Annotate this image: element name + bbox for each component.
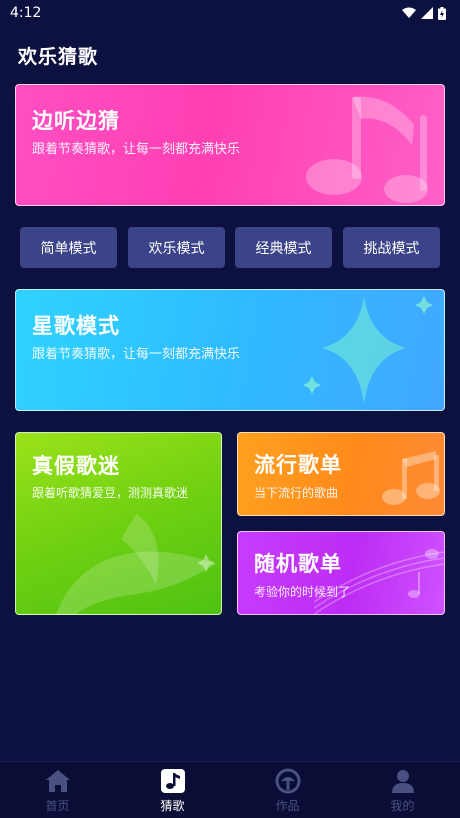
green-card-subtitle: 跟着听歌猜爱豆，测测真歌迷 [32,486,189,500]
tab-profile-label: 我的 [390,798,415,813]
leaf-decoration-icon [56,514,216,614]
tab-works-label: 作品 [275,798,300,813]
hero2-subtitle: 跟着节奏猜歌，让每一刻都充满快乐 [32,347,241,362]
music-note-decoration-icon [306,96,428,203]
tab-works[interactable]: 作品 [230,762,345,818]
orange-card-title: 流行歌单 [254,453,342,477]
profile-icon [391,769,414,793]
home-icon [45,769,70,792]
green-card-title: 真假歌迷 [32,454,120,478]
orange-card-subtitle: 当下流行的歌曲 [254,486,339,500]
hero1-subtitle: 跟着节奏猜歌，让每一刻都充满快乐 [32,142,241,157]
battery-icon [438,6,446,20]
random-playlist-card[interactable]: 随机歌单 考验你的时候到了 [237,531,445,615]
hero1-title: 边听边猜 [32,109,120,133]
tab-guess-song-label: 猜歌 [160,798,185,813]
purple-card-title: 随机歌单 [254,552,342,576]
signal-icon [421,7,433,19]
wifi-icon [402,7,416,18]
star-song-mode-card[interactable]: 星歌模式 跟着节奏猜歌，让每一刻都充满快乐 [15,289,445,411]
tab-home-label: 首页 [45,798,70,813]
bottom-tab-bar: 首页 猜歌 作品 我的 [0,761,460,818]
listen-and-guess-card[interactable]: 边听边猜 跟着节奏猜歌，让每一刻都充满快乐 [15,84,445,206]
tab-home[interactable]: 首页 [0,762,115,818]
tab-profile[interactable]: 我的 [345,762,460,818]
music-notes-icon [382,451,440,505]
easy-mode-button[interactable]: 简单模式 [20,227,117,268]
real-or-fake-fan-card[interactable]: 真假歌迷 跟着听歌猜爱豆，测测真歌迷 [15,432,222,615]
hero2-title: 星歌模式 [32,314,120,338]
tab-guess-song[interactable]: 猜歌 [115,762,230,818]
popular-playlist-card[interactable]: 流行歌单 当下流行的歌曲 [237,432,445,516]
fun-mode-button[interactable]: 欢乐模式 [128,227,225,268]
music-note-icon [160,768,185,793]
works-icon [275,768,300,793]
page-title: 欢乐猜歌 [18,46,99,68]
challenge-mode-button[interactable]: 挑战模式 [343,227,440,268]
purple-card-subtitle: 考验你的时候到了 [254,585,351,599]
status-icons [402,6,446,20]
classic-mode-button[interactable]: 经典模式 [235,227,332,268]
status-time: 4:12 [10,5,42,21]
status-bar: 4:12 [0,0,460,26]
star-decoration-icon [303,296,433,404]
